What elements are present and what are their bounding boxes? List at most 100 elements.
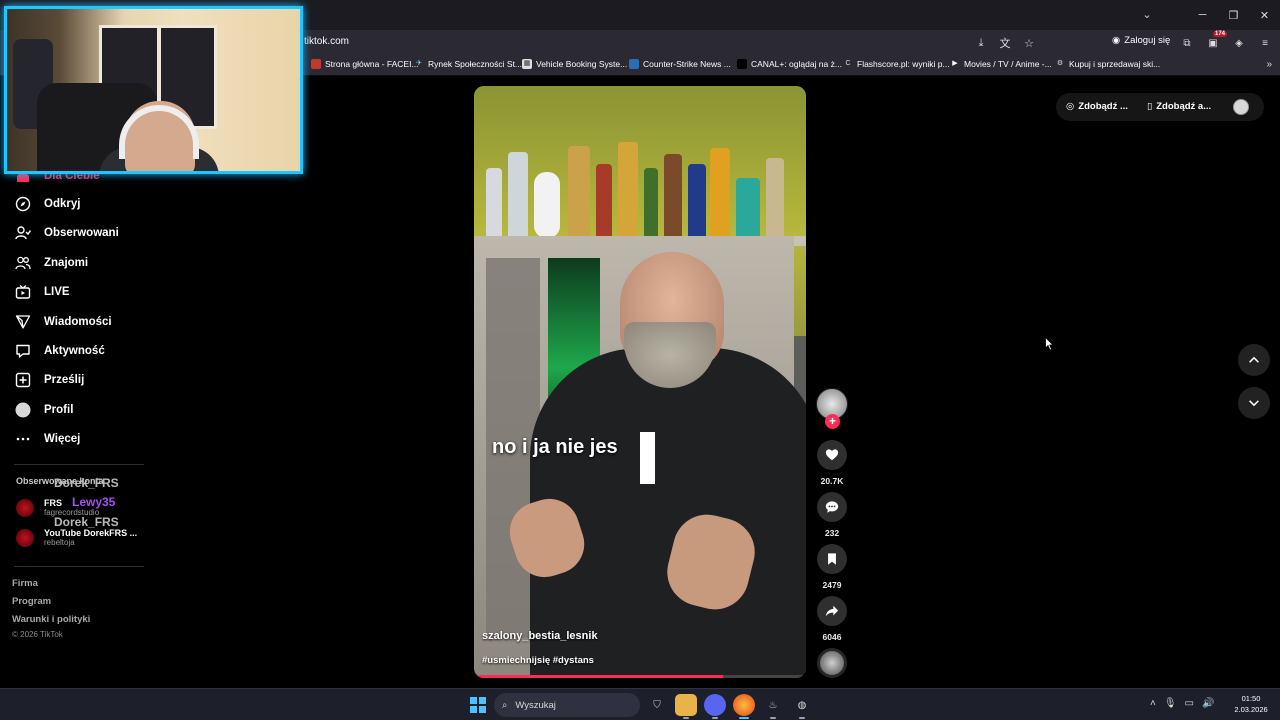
shield-app-icon[interactable]: ⛉ — [646, 694, 668, 716]
display-icon[interactable]: ▭ — [1185, 698, 1194, 709]
previous-video-button[interactable] — [1238, 344, 1270, 376]
bookmark-item[interactable]: ⚙ Kupuj i sprzedawaj ski... — [1055, 59, 1160, 69]
sidebar-item-following[interactable]: Obserwowani — [14, 223, 119, 243]
coin-icon: ◎ — [1066, 101, 1075, 112]
bookmark-label: CANAL+: oglądaj na ż... — [751, 59, 842, 69]
video-hashtags[interactable]: #usmiechnijsię #dystans — [482, 655, 594, 666]
taskbar-search-label: Wyszukaj — [515, 699, 556, 711]
steam-icon[interactable]: ♨ — [762, 694, 784, 719]
music-disc-icon[interactable] — [817, 648, 847, 678]
market-favicon-icon: ⚙ — [1056, 60, 1064, 67]
share-button[interactable] — [817, 596, 847, 626]
bookmark-label: Vehicle Booking Syste... — [536, 59, 628, 69]
share-arrow-icon — [825, 605, 839, 617]
save-button[interactable] — [817, 544, 847, 574]
extension-icon[interactable]: ◈ — [1230, 34, 1248, 52]
plus-square-icon — [14, 371, 32, 389]
clock-date: 2.03.2026 — [1234, 705, 1268, 714]
video-player[interactable]: no i ja nie jes szalony_bestia_lesnik #u… — [474, 86, 806, 678]
discord-icon[interactable] — [704, 694, 726, 719]
sidebar-item-profile[interactable]: Profil — [14, 400, 73, 420]
account-handle: rebeltoja — [44, 538, 75, 547]
sidebar-item-upload[interactable]: Prześlij — [14, 370, 84, 390]
bookmark-item[interactable]: Counter-Strike News ... — [629, 59, 731, 69]
video-progress-bar[interactable] — [474, 675, 806, 678]
taskbar-running-indicator — [683, 717, 689, 719]
following-account[interactable]: YouTube DorekFRS ... rebeltoja — [16, 528, 137, 547]
steam-favicon-icon: ✈ — [416, 60, 422, 67]
taskbar-clock[interactable]: 01:50 2.03.2026 — [1228, 693, 1274, 715]
tab-list-chevron-icon[interactable]: ⌄ — [1140, 8, 1154, 22]
account-icon: ◉ — [1112, 35, 1121, 46]
get-app-button[interactable]: ▯ Zdobądź a... — [1147, 101, 1211, 112]
sidebar-item-label: Profil — [44, 404, 74, 416]
bookmarks-overflow-icon[interactable]: » — [1266, 59, 1272, 70]
menu-hamburger-icon[interactable]: ≡ — [1256, 34, 1274, 52]
user-avatar[interactable] — [1233, 99, 1249, 115]
taskbar-search[interactable]: ⌕ Wyszukaj — [494, 693, 640, 717]
comment-button[interactable] — [817, 492, 847, 522]
heart-icon — [825, 449, 839, 461]
sidebar-item-live[interactable]: LIVE — [14, 282, 70, 302]
bookmark-label: Flashscore.pl: wyniki p... — [857, 59, 950, 69]
bookmark-item[interactable]: C Flashscore.pl: wyniki p... — [843, 59, 950, 69]
send-icon — [14, 313, 32, 331]
windows-start-icon[interactable] — [470, 697, 486, 713]
more-dots-icon — [14, 430, 32, 448]
chevron-down-icon — [1249, 400, 1259, 407]
video-progress-fill — [474, 675, 723, 678]
sidebar-item-label: Więcej — [44, 433, 81, 445]
like-button[interactable] — [817, 440, 847, 470]
bookmark-item[interactable]: ✈ Rynek Społeczności St... — [414, 59, 522, 69]
sidebar-item-more[interactable]: Więcej — [14, 429, 80, 449]
video-author[interactable]: szalony_bestia_lesnik — [482, 630, 598, 642]
file-explorer-icon[interactable] — [675, 694, 697, 719]
bookmark-label: Kupuj i sprzedawaj ski... — [1069, 59, 1161, 69]
url-field[interactable]: tiktok.com — [304, 36, 349, 47]
footer-link-company[interactable]: Firma — [12, 578, 38, 589]
minimize-icon[interactable]: ─ — [1187, 0, 1218, 30]
translate-icon[interactable]: 文 — [996, 34, 1014, 52]
login-label: Zaloguj się — [1124, 35, 1171, 46]
avatar — [16, 528, 34, 547]
bookmark-item[interactable]: ▶ Movies / TV / Anime -... — [950, 59, 1051, 69]
tray-overflow-icon[interactable]: ˄ — [1150, 698, 1156, 709]
live-tv-icon — [14, 283, 32, 301]
bookmark-favicon-icon — [311, 59, 321, 69]
sidebar-item-label: Prześlij — [44, 374, 85, 386]
activity-icon — [14, 342, 32, 360]
extension-badge-icon[interactable]: ▣ 174 — [1204, 31, 1227, 52]
next-video-button[interactable] — [1238, 387, 1270, 419]
footer-link-terms[interactable]: Warunki i polityki — [12, 614, 90, 625]
obs-icon[interactable]: ◍ — [791, 694, 813, 719]
login-button[interactable]: ◉ Zaloguj się — [1112, 35, 1170, 46]
friends-icon — [14, 254, 32, 272]
video-bottles — [478, 126, 798, 238]
get-coins-button[interactable]: ◎ Zdobądź ... — [1066, 101, 1128, 112]
bookmark-item[interactable]: Strona główna - FACEI... — [311, 59, 419, 69]
close-icon[interactable]: ✕ — [1249, 0, 1280, 30]
firefox-icon[interactable] — [733, 694, 755, 719]
sidebar-item-messages[interactable]: Wiadomości — [14, 312, 112, 332]
bookmark-star-icon[interactable]: ☆ — [1020, 34, 1038, 52]
microphone-icon[interactable]: 🎙 — [1164, 698, 1177, 709]
search-icon: ⌕ — [502, 699, 508, 711]
sidebar-item-activity[interactable]: Aktywność — [14, 341, 105, 361]
mouse-cursor-icon — [1045, 337, 1054, 351]
footer-link-program[interactable]: Program — [12, 596, 51, 607]
volume-icon[interactable]: 🔊 — [1202, 698, 1214, 709]
extensions-puzzle-icon[interactable]: ⧉ — [1178, 34, 1196, 52]
sidebar-item-friends[interactable]: Znajomi — [14, 253, 88, 273]
user-follow-icon — [14, 224, 32, 242]
sidebar-item-label: Wiadomości — [44, 316, 112, 328]
sidebar-item-label: Znajomi — [44, 257, 89, 269]
avatar — [16, 498, 34, 517]
install-app-icon[interactable]: ⤓ — [972, 34, 990, 52]
sidebar-item-explore[interactable]: Odkryj — [14, 194, 80, 214]
bookmark-item[interactable]: CANAL+: oglądaj na ż... — [737, 59, 842, 69]
video-caption-cursor — [640, 432, 655, 484]
window-controls: ─ ❐ ✕ — [1187, 0, 1280, 30]
bookmark-item[interactable]: ▦ Vehicle Booking Syste... — [522, 59, 627, 69]
follow-plus-icon[interactable]: + — [825, 414, 840, 429]
maximize-icon[interactable]: ❐ — [1218, 0, 1249, 30]
